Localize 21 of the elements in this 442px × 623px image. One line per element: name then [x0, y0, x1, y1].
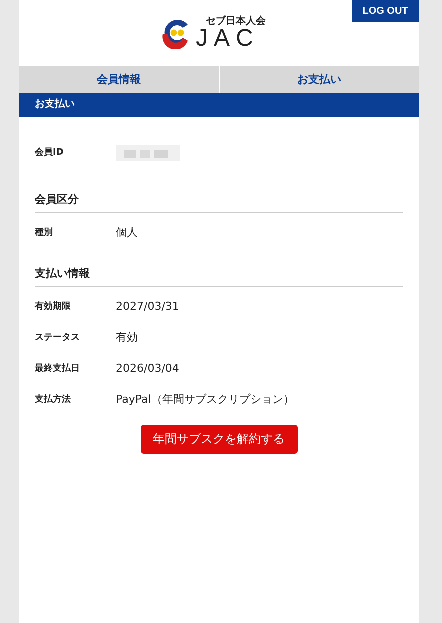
field-label: 最終支払日	[35, 362, 81, 375]
field-label: 有効期限	[35, 300, 72, 313]
field-label: ステータス	[35, 332, 81, 344]
section-title: 会員区分	[35, 186, 403, 213]
field-value: PayPal（年間サブスクリプション）	[116, 392, 294, 407]
blurred-value	[116, 144, 180, 160]
tab[interactable]: お支払い	[220, 66, 419, 93]
logout-button[interactable]: LOG OUT	[352, 0, 419, 22]
field-label: 種別	[35, 226, 54, 239]
cancel-subscription-button[interactable]: 年間サブスクを解約する	[140, 425, 298, 454]
logo-text: JAC	[196, 26, 260, 50]
field-value: 個人	[116, 225, 138, 240]
section-banner: お支払い	[19, 93, 419, 117]
field-value: 有効	[116, 330, 138, 345]
field-label: 支払方法	[35, 393, 72, 406]
tab[interactable]: 会員情報	[19, 66, 218, 93]
field-value: 2027/03/31	[116, 300, 180, 313]
logo-caption: セブ日本人会	[206, 16, 266, 26]
section-title: 支払い情報	[35, 260, 403, 287]
field-value: 2026/03/04	[116, 362, 180, 375]
field-label: 会員ID	[35, 146, 65, 159]
